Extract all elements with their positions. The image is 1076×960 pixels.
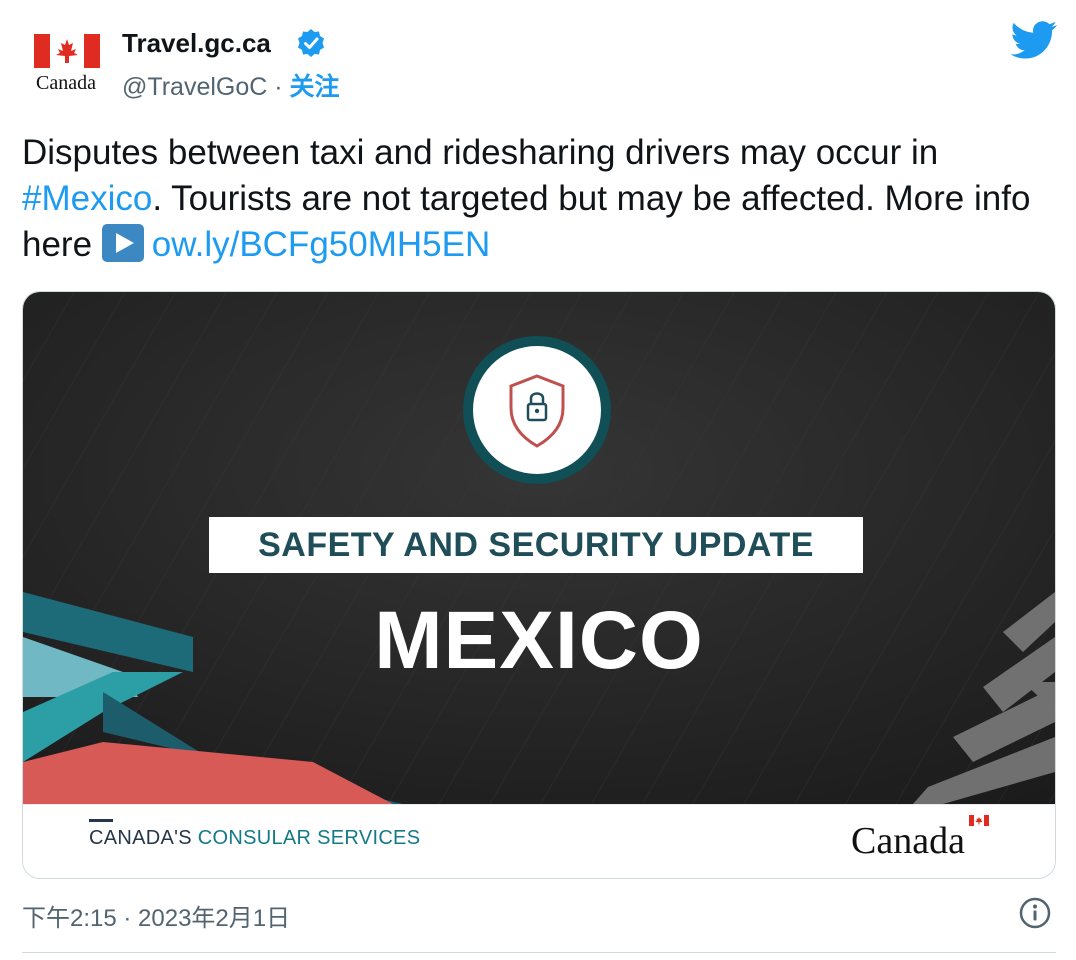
bottom-divider [22, 952, 1056, 953]
card-footer: CANADA'S CONSULAR SERVICES Canada [23, 804, 1055, 878]
play-button-icon [101, 224, 144, 262]
info-icon[interactable] [1018, 896, 1052, 930]
avatar-wordmark: Canada [36, 72, 96, 94]
tweet-text-part1: Disputes between taxi and ridesharing dr… [22, 133, 939, 172]
card-country-text: MEXICO [374, 595, 704, 686]
canada-flag-icon [34, 34, 100, 68]
separator-dot: · [274, 73, 283, 101]
canada-wordmark: Canada [851, 820, 965, 862]
short-url-link[interactable]: ow.ly/BCFg50MH5EN [152, 225, 490, 264]
consular-bar [89, 819, 113, 822]
account-handle-line: @TravelGoC · 关注 [122, 67, 340, 103]
account-name[interactable]: Travel.gc.ca [122, 28, 271, 59]
consular-label-part2: CONSULAR SERVICES [197, 827, 421, 849]
follow-button[interactable]: 关注 [290, 73, 340, 101]
consular-label-part1: CANADA'S [89, 827, 198, 849]
account-handle[interactable]: @TravelGoC [122, 73, 267, 101]
hashtag-link[interactable]: #Mexico [22, 179, 152, 218]
avatar[interactable]: Canada [22, 22, 110, 110]
tweet-timestamp[interactable]: 下午2:15 · 2023年2月1日 [22, 898, 290, 933]
consular-services-label: CANADA'S CONSULAR SERVICES [89, 827, 420, 850]
twitter-bird-icon[interactable] [1010, 20, 1058, 60]
card-banner-text: SAFETY AND SECURITY UPDATE [258, 525, 814, 564]
verified-badge-icon [298, 29, 324, 57]
canada-wordmark-flag-icon [969, 815, 989, 826]
media-card[interactable]: SAFETY AND SECURITY UPDATE MEXICO CANADA… [22, 291, 1056, 879]
tweet-text: Disputes between taxi and ridesharing dr… [22, 130, 1062, 268]
